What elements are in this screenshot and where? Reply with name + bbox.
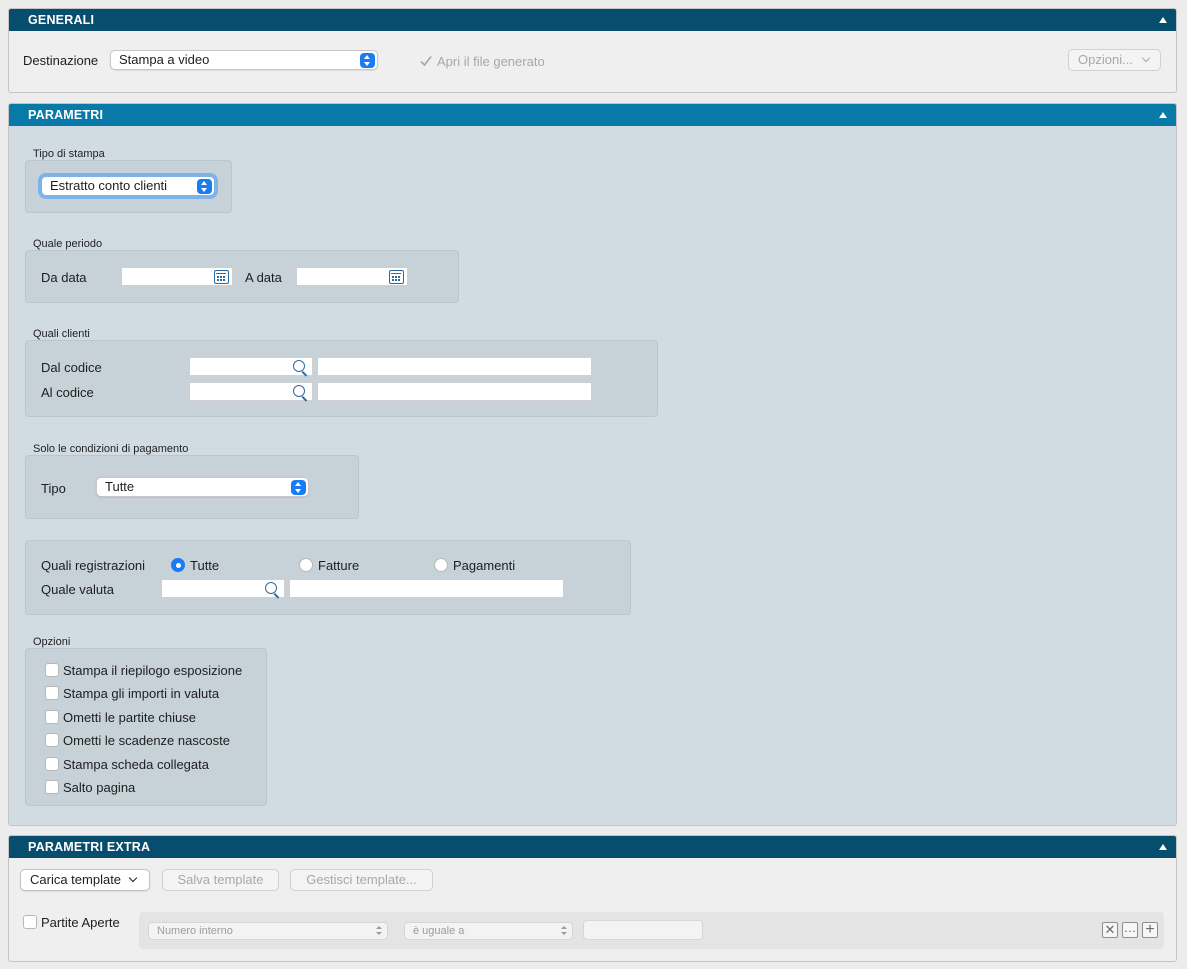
opzioni-button[interactable]: Opzioni...	[1068, 49, 1161, 71]
option-checkbox-importi-valuta[interactable]	[45, 686, 59, 700]
clienti-section: Quali clienti	[33, 328, 90, 340]
al-codice-input[interactable]	[189, 382, 313, 401]
checkmark-icon	[420, 56, 432, 67]
gestisci-template-button[interactable]: Gestisci template...	[290, 869, 433, 891]
extra-title: PARAMETRI EXTRA	[28, 840, 151, 854]
radio-fatture[interactable]	[299, 558, 313, 572]
clienti-group	[25, 340, 658, 417]
option-checkbox-scadenze-nascoste[interactable]	[45, 733, 59, 747]
updown-arrows-icon	[197, 179, 212, 194]
generali-title: GENERALI	[28, 13, 95, 27]
carica-template-button[interactable]: Carica template	[20, 869, 150, 891]
option-label-partite-chiuse: Ometti le partite chiuse	[63, 710, 196, 725]
tipo-stampa-value: Estratto conto clienti	[50, 178, 168, 193]
radio-pagamenti-label: Pagamenti	[453, 558, 516, 573]
pagamento-section: Solo le condizioni di pagamento	[33, 443, 189, 455]
search-icon[interactable]	[293, 385, 305, 397]
updown-arrows-icon	[360, 53, 375, 68]
parametri-title: PARAMETRI	[28, 108, 104, 122]
more-options-icon[interactable]: …	[1122, 921, 1138, 938]
tipo-stampa-section: Tipo di stampa	[33, 148, 105, 160]
registrazioni-group	[25, 540, 631, 615]
collapse-up-icon[interactable]	[1159, 112, 1167, 118]
salva-template-button[interactable]: Salva template	[162, 869, 279, 891]
gestisci-template-label: Gestisci template...	[306, 872, 417, 887]
tipo-pagamento-value: Tutte	[105, 479, 135, 494]
da-data-input[interactable]	[121, 267, 233, 286]
radio-fatture-label: Fatture	[318, 558, 360, 573]
option-label-scadenze-nascoste: Ometti le scadenze nascoste	[63, 733, 230, 748]
filter-field-select[interactable]: Numero interno	[148, 922, 388, 940]
option-checkbox-scheda-collegata[interactable]	[45, 757, 59, 771]
apri-file-checkbox[interactable]	[419, 54, 433, 68]
partite-aperte-label: Partite Aperte	[41, 915, 120, 930]
collapse-up-icon[interactable]	[1159, 844, 1167, 850]
collapse-up-icon[interactable]	[1159, 17, 1167, 23]
opzioni-section: Opzioni	[33, 636, 71, 648]
filter-field-value: Numero interno	[157, 925, 233, 937]
radio-tutte-label: Tutte	[190, 558, 220, 573]
chevron-down-icon	[128, 873, 138, 883]
valuta-description[interactable]	[289, 579, 564, 598]
add-filter-icon[interactable]: +	[1142, 922, 1158, 938]
option-label-riepilogo: Stampa il riepilogo esposizione	[63, 663, 243, 678]
option-label-importi-valuta: Stampa gli importi in valuta	[63, 686, 220, 701]
al-codice-description[interactable]	[317, 382, 592, 401]
opzioni-button-label: Opzioni...	[1078, 52, 1133, 67]
parametri-header[interactable]: PARAMETRI	[9, 104, 1176, 126]
dal-codice-description[interactable]	[317, 357, 592, 376]
chevron-down-icon	[1141, 53, 1151, 63]
dal-codice-label: Dal codice	[41, 360, 102, 375]
destinazione-value: Stampa a video	[119, 52, 210, 67]
search-icon[interactable]	[265, 582, 277, 594]
da-data-label: Da data	[41, 270, 87, 285]
destinazione-select[interactable]: Stampa a video	[110, 50, 378, 70]
tipo-label: Tipo	[41, 481, 66, 496]
registrazioni-label: Quali registrazioni	[41, 558, 146, 573]
filter-operator-select[interactable]: è uguale a	[404, 922, 573, 940]
option-label-salto-pagina: Salto pagina	[63, 780, 136, 795]
option-checkbox-partite-chiuse[interactable]	[45, 710, 59, 724]
calendar-icon[interactable]	[389, 270, 404, 284]
salva-template-label: Salva template	[177, 872, 264, 887]
option-checkbox-salto-pagina[interactable]	[45, 780, 59, 794]
tipo-pagamento-select[interactable]: Tutte	[96, 477, 309, 497]
destinazione-label: Destinazione	[23, 53, 99, 68]
a-data-input[interactable]	[296, 267, 408, 286]
remove-filter-icon[interactable]: ✕	[1102, 922, 1118, 938]
valuta-label: Quale valuta	[41, 582, 114, 597]
carica-template-label: Carica template	[30, 872, 122, 887]
valuta-input[interactable]	[161, 579, 285, 598]
updown-arrows-icon	[561, 926, 567, 936]
filter-value-input[interactable]	[583, 920, 703, 940]
calendar-icon[interactable]	[214, 270, 229, 284]
al-codice-label: Al codice	[41, 385, 94, 400]
periodo-section: Quale periodo	[33, 238, 103, 250]
apri-file-label: Apri il file generato	[437, 54, 545, 69]
updown-arrows-icon	[291, 480, 306, 495]
updown-arrows-icon	[376, 926, 382, 936]
filter-operator-value: è uguale a	[413, 925, 465, 937]
extra-header[interactable]: PARAMETRI EXTRA	[9, 836, 1176, 858]
radio-pagamenti[interactable]	[434, 558, 448, 572]
dal-codice-input[interactable]	[189, 357, 313, 376]
generali-header[interactable]: GENERALI	[9, 9, 1176, 31]
radio-tutte[interactable]	[171, 558, 185, 572]
tipo-stampa-select[interactable]: Estratto conto clienti	[41, 176, 215, 196]
search-icon[interactable]	[293, 360, 305, 372]
partite-aperte-checkbox[interactable]	[23, 915, 37, 929]
option-label-scheda-collegata: Stampa scheda collegata	[63, 757, 209, 772]
a-data-label: A data	[245, 270, 282, 285]
option-checkbox-riepilogo[interactable]	[45, 663, 59, 677]
